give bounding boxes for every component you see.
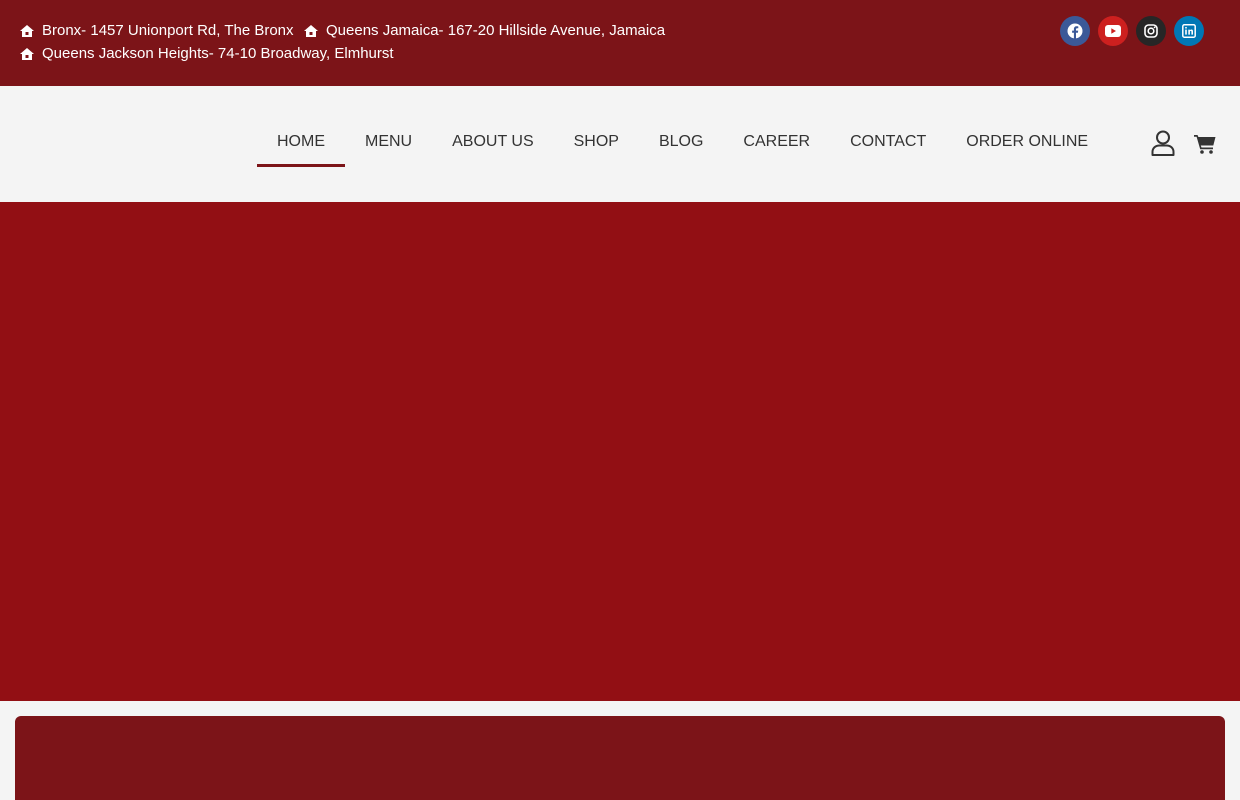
top-info-bar: Bronx- 1457 Unionport Rd, The Bronx Quee… xyxy=(0,0,1240,86)
hero-banner xyxy=(0,202,1240,701)
address-queens-jamaica: Queens Jamaica- 167-20 Hillside Avenue, … xyxy=(304,22,665,40)
main-navigation: HOME MENU ABOUT US SHOP BLOG CAREER CONT… xyxy=(257,117,1108,167)
address-text: Queens Jamaica- 167-20 Hillside Avenue, … xyxy=(326,22,666,39)
nav-item-shop[interactable]: SHOP xyxy=(554,117,639,167)
instagram-icon[interactable] xyxy=(1136,16,1166,46)
youtube-icon[interactable] xyxy=(1098,16,1128,46)
content-panel xyxy=(15,716,1225,800)
social-links xyxy=(1060,16,1204,46)
linkedin-icon[interactable] xyxy=(1174,16,1204,46)
nav-item-menu[interactable]: MENU xyxy=(345,117,432,167)
address-text: Queens Jackson Heights- 74-10 Broadway, … xyxy=(42,45,394,62)
nav-item-contact[interactable]: CONTACT xyxy=(830,117,946,167)
user-icon[interactable] xyxy=(1151,130,1175,156)
nav-item-career[interactable]: CAREER xyxy=(723,117,830,167)
main-header: HOME MENU ABOUT US SHOP BLOG CAREER CONT… xyxy=(0,86,1240,202)
nav-item-about-us[interactable]: ABOUT US xyxy=(432,117,554,167)
address-text: Bronx- 1457 Unionport Rd, The Bronx xyxy=(42,22,294,39)
nav-item-blog[interactable]: BLOG xyxy=(639,117,723,167)
shopping-cart-icon[interactable] xyxy=(1194,134,1216,154)
nav-item-order-online[interactable]: ORDER ONLINE xyxy=(946,117,1108,167)
home-icon xyxy=(20,48,34,60)
address-bronx: Bronx- 1457 Unionport Rd, The Bronx xyxy=(20,22,294,40)
home-icon xyxy=(304,25,318,37)
nav-item-home[interactable]: HOME xyxy=(257,117,345,167)
home-icon xyxy=(20,25,34,37)
address-queens-jackson-heights: Queens Jackson Heights- 74-10 Broadway, … xyxy=(20,45,394,63)
facebook-icon[interactable] xyxy=(1060,16,1090,46)
